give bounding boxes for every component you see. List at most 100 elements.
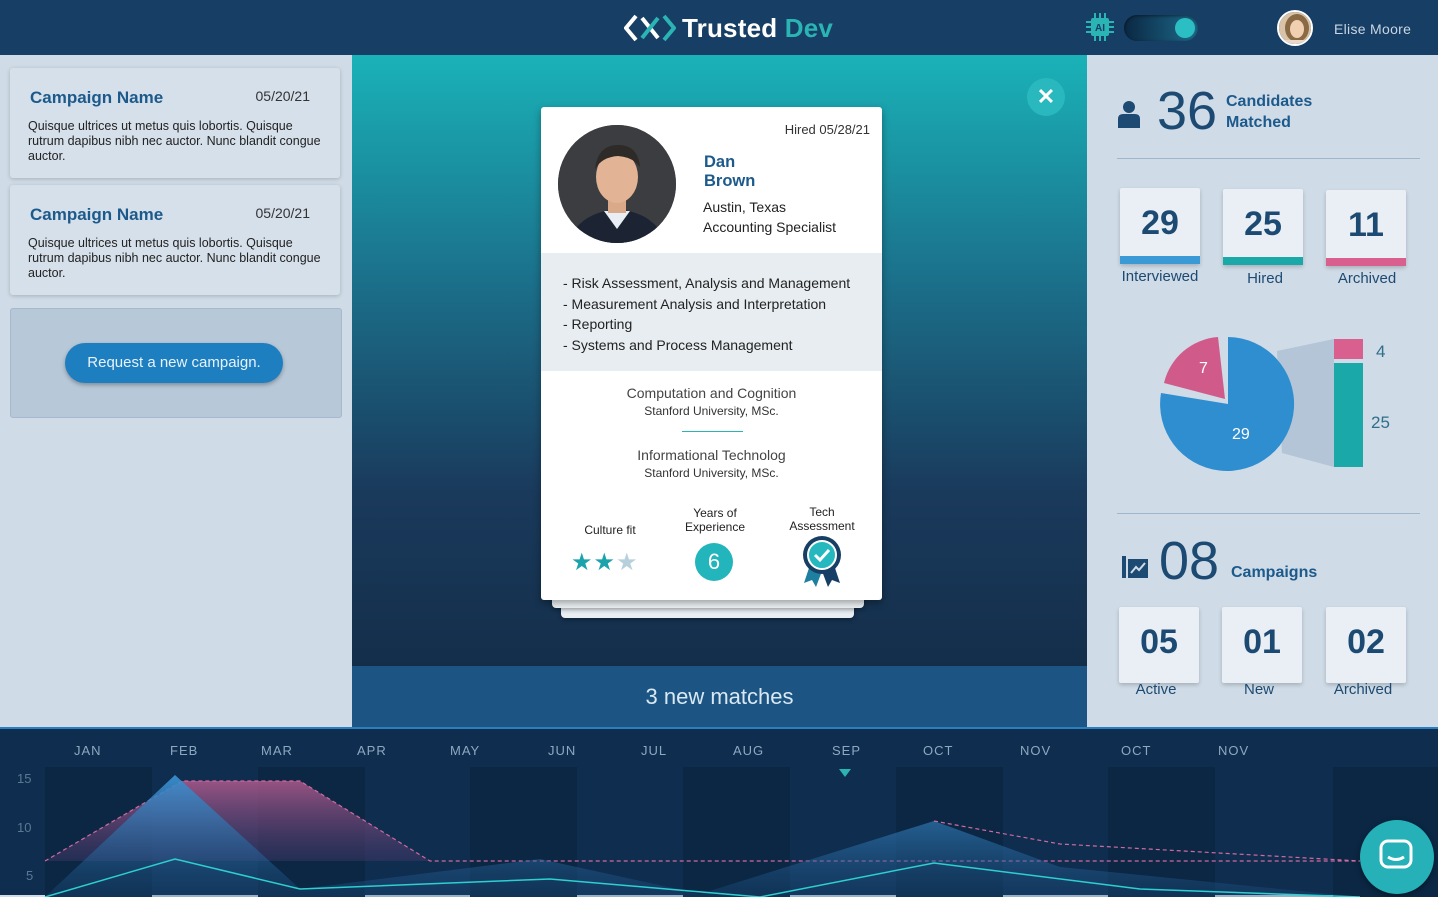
star-icon: ★ [571,549,594,576]
person-icon [1118,101,1140,128]
tile-color-bar [1120,256,1200,264]
skill-item: - Measurement Analysis and Interpretatio… [563,295,827,312]
candidate-first-name: Dan [704,153,736,171]
month-label[interactable]: MAR [261,743,293,758]
logo[interactable]: Trusted Dev [624,12,833,44]
candidate-photo [558,125,676,243]
culture-fit-rating: ★★★ [571,548,639,577]
pie-large-label: 29 [1232,426,1250,443]
skill-item: - Risk Assessment, Analysis and Manageme… [563,275,851,291]
logo-text-accent: Dev [784,12,834,43]
pie-slice-small [1164,337,1225,399]
ai-chip-icon[interactable]: AI [1086,13,1114,41]
divider [1117,513,1420,514]
hired-tile[interactable]: 25 [1223,189,1303,265]
archived-tile[interactable]: 11 [1326,190,1406,266]
new-campaigns-tile[interactable]: 01 [1222,607,1302,683]
stack-bar-bottom [1334,363,1363,467]
activity-timeline[interactable]: JAN FEB MAR APR MAY JUN JUL AUG SEP OCT … [0,727,1438,897]
month-label[interactable]: AUG [733,743,764,758]
tile-label: Interviewed [1121,268,1199,285]
education-field: Informational Technolog [637,447,786,463]
years-label-line: Years of [693,506,737,520]
y-tick-label: 10 [17,820,32,835]
interviewed-tile[interactable]: 29 [1120,188,1200,264]
tile-color-bar [1326,258,1406,266]
logo-icon [624,14,676,42]
archived-campaigns-tile[interactable]: 02 [1326,607,1406,683]
campaigns-label: Campaigns [1231,564,1318,581]
month-label[interactable]: JAN [74,743,102,758]
stack-bottom-label: 25 [1371,413,1390,432]
years-label-line: Experience [684,520,746,534]
month-label[interactable]: SEP [832,743,861,758]
years-label: Years of Experience [675,506,755,534]
tile-value: 01 [1243,623,1281,661]
request-campaign-button[interactable]: Request a new campaign. [65,343,283,383]
close-icon[interactable]: ✕ [1027,78,1065,116]
campaign-card[interactable]: Campaign Name 05/20/21 Quisque ultrices … [10,185,340,295]
candidate-name[interactable]: Dan Brown [704,153,755,191]
candidate-last-name: Brown [704,172,756,190]
tile-label: Archived [1333,681,1393,698]
month-label[interactable]: APR [357,743,387,758]
month-label[interactable]: NOV [1218,743,1249,758]
candidate-location: Austin, Texas [703,199,787,215]
candidates-label-line: Matched [1226,114,1291,131]
top-bar: Trusted Dev AI Elise Moore [0,0,1438,55]
tile-value: 11 [1348,206,1384,244]
years-experience-value: 6 [695,543,733,581]
request-campaign-panel: Request a new campaign. [10,308,342,418]
logo-text: Trusted Dev [682,13,833,44]
user-avatar[interactable] [1277,10,1313,46]
ai-label: AI [1095,23,1105,34]
star-icon: ★ [616,549,639,576]
divider [1117,158,1420,159]
month-label[interactable]: OCT [923,743,953,758]
candidate-title: Accounting Specialist [703,219,837,235]
month-label[interactable]: NOV [1020,743,1051,758]
month-label[interactable]: FEB [170,743,198,758]
tile-label: Active [1135,681,1177,698]
stats-panel: 36 Candidates Matched 29 Interviewed 25 … [1087,55,1438,727]
candidates-label: Candidates Matched [1226,91,1312,133]
match-panel: ✕ Hired 05/28/21 Dan Brown Austin, Texas… [352,55,1087,727]
campaign-date: 05/20/21 [255,88,311,104]
candidates-label-line: Candidates [1226,93,1313,110]
month-label[interactable]: JUN [548,743,576,758]
campaign-name: Campaign Name [30,205,164,224]
tile-label: Archived [1337,270,1397,287]
status-pie-chart [1160,337,1363,471]
candidate-card[interactable]: Hired 05/28/21 Dan Brown Austin, Texas A… [541,107,882,600]
new-matches-bar[interactable]: 3 new matches [352,666,1087,727]
tile-value: 25 [1244,205,1282,243]
chat-button[interactable] [1360,820,1434,894]
campaign-description: Quisque ultrices ut metus quis lobortis.… [28,236,321,280]
campaign-date: 05/20/21 [255,205,311,221]
month-label[interactable]: OCT [1121,743,1151,758]
y-tick-label: 5 [26,868,34,883]
education-school: Stanford University, MSc. [644,466,779,480]
chart-icon [1122,556,1148,578]
tile-value: 29 [1141,204,1179,242]
candidates-count: 36 [1157,81,1218,141]
user-name[interactable]: Elise Moore [1334,21,1411,37]
ai-toggle[interactable] [1124,15,1198,41]
logo-text-main: Trusted [682,12,778,43]
active-campaigns-tile[interactable]: 05 [1119,607,1199,683]
month-label[interactable]: MAY [450,743,480,758]
chat-icon [1379,839,1413,869]
month-label[interactable]: JUL [641,743,667,758]
education-item: Computation and Cognition Stanford Unive… [541,385,882,418]
y-tick-label: 15 [17,771,32,786]
tile-color-bar [1223,257,1303,265]
campaigns-count: 08 [1159,531,1220,591]
campaign-card[interactable]: Campaign Name 05/20/21 Quisque ultrices … [10,68,340,178]
tile-value: 02 [1347,623,1385,661]
hired-date: Hired 05/28/21 [784,122,870,137]
star-icon: ★ [593,549,617,576]
candidate-info: Austin, Texas Accounting Specialist [703,197,836,237]
skills-list: - Risk Assessment, Analysis and Manageme… [541,253,882,371]
award-badge-icon [800,535,844,589]
campaign-description: Quisque ultrices ut metus quis lobortis.… [28,119,321,163]
